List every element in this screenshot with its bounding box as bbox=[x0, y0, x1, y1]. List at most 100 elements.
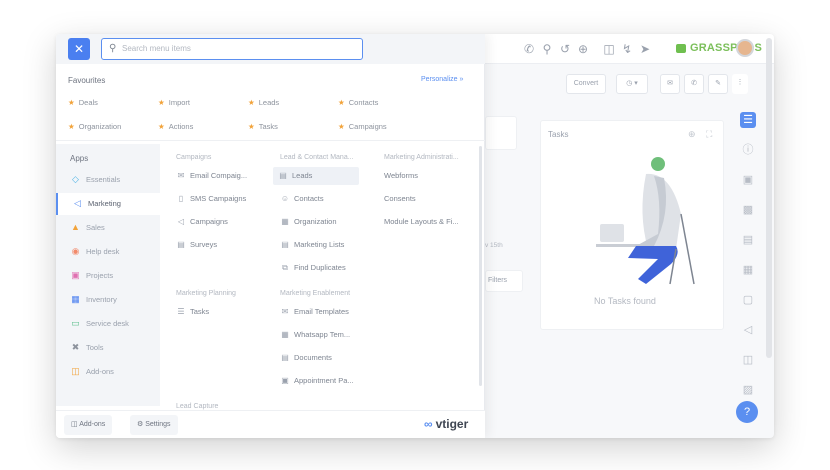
column-heading-marketing-admin: Marketing Administrati... bbox=[384, 154, 459, 161]
menu-item-consents[interactable]: Consents bbox=[370, 190, 470, 208]
survey-icon: ▤ bbox=[177, 240, 185, 249]
menu-item-organization[interactable]: ▦ Organization bbox=[280, 213, 372, 231]
tools-icon: ✖ bbox=[71, 342, 80, 352]
menu-scrollbar[interactable] bbox=[479, 146, 482, 386]
menu-item-surveys[interactable]: ▤ Surveys bbox=[176, 236, 268, 254]
menu-item-email-templates[interactable]: ✉ Email Templates bbox=[280, 303, 372, 321]
app-item-helpdesk[interactable]: ◉ Help desk bbox=[56, 241, 160, 263]
call-button[interactable]: ✆ bbox=[684, 74, 704, 94]
column-heading-marketing-planning: Marketing Planning bbox=[176, 290, 236, 297]
favourite-item[interactable]: ★ Leads bbox=[248, 98, 279, 107]
megaphone-icon[interactable]: ◁ bbox=[740, 322, 756, 338]
menu-item-webforms[interactable]: Webforms bbox=[370, 167, 470, 185]
menu-item-marketing-lists[interactable]: ▤ Marketing Lists bbox=[280, 236, 372, 254]
expand-icon[interactable]: ⛶ bbox=[706, 129, 712, 140]
menu-item-contacts[interactable]: ☺ Contacts bbox=[280, 190, 372, 208]
menu-item-campaigns[interactable]: ◁ Campaigns bbox=[176, 213, 268, 231]
layers-icon[interactable]: ◫ bbox=[740, 352, 756, 368]
info-icon[interactable]: ⓘ bbox=[740, 142, 756, 158]
menu-item-find-duplicates[interactable]: ⧉ Find Duplicates bbox=[280, 259, 372, 277]
favourite-item[interactable]: ★ Tasks bbox=[248, 122, 278, 131]
app-item-projects[interactable]: ▣ Projects bbox=[56, 265, 160, 287]
help-button[interactable]: ? bbox=[736, 401, 758, 423]
app-item-marketing[interactable]: ◁ Marketing bbox=[56, 193, 160, 215]
star-icon: ★ bbox=[158, 98, 165, 107]
menu-item-email-campaigns[interactable]: ✉ Email Compaig... bbox=[176, 167, 268, 185]
list-icon[interactable]: ☰ bbox=[740, 112, 756, 128]
settings-footer-button[interactable]: ⚙ Settings bbox=[130, 415, 178, 435]
bolt-icon[interactable]: ↯ bbox=[620, 42, 634, 56]
menu-item-whatsapp-templates[interactable]: ▦ Whatsapp Tem... bbox=[280, 326, 372, 344]
template-icon: ✉ bbox=[281, 307, 289, 316]
empty-tasks-illustration bbox=[596, 157, 695, 285]
quotes-icon[interactable]: ▤ bbox=[740, 232, 756, 248]
add-icon[interactable]: ⊕ bbox=[576, 42, 590, 56]
favourite-item[interactable]: ★ Import bbox=[158, 98, 190, 107]
menu-header: ✕ ⚲ Search menu items bbox=[56, 34, 485, 64]
addons-icon: ◫ bbox=[71, 421, 80, 428]
addons-footer-button[interactable]: ◫ Add-ons bbox=[64, 415, 113, 435]
favourite-item[interactable]: ★ Actions bbox=[158, 122, 193, 131]
leads-icon: ▤ bbox=[279, 171, 287, 180]
email-campaign-icon: ✉ bbox=[177, 171, 185, 180]
app-item-sales[interactable]: ▲ Sales bbox=[56, 217, 160, 239]
app-item-tools[interactable]: ✖ Tools bbox=[56, 337, 160, 359]
rocket-icon[interactable]: ➤ bbox=[638, 42, 652, 56]
add-task-icon[interactable]: ⊕ bbox=[688, 129, 696, 140]
service-icon: ▭ bbox=[71, 318, 80, 328]
document-icon[interactable]: ▦ bbox=[740, 262, 756, 278]
list-icon: ▤ bbox=[281, 240, 289, 249]
duplicate-icon: ⧉ bbox=[282, 263, 288, 272]
menu-item-appointment-pages[interactable]: ▣ Appointment Pa... bbox=[280, 372, 372, 390]
vtiger-logo: ∞ vtiger bbox=[424, 417, 469, 431]
calendar-icon[interactable]: ▣ bbox=[740, 172, 756, 188]
filters-button[interactable]: Filters bbox=[485, 270, 523, 292]
history-icon[interactable]: ↺ bbox=[558, 42, 572, 56]
whatsapp-icon: ▦ bbox=[281, 330, 289, 339]
menu-item-documents[interactable]: ▤ Documents bbox=[280, 349, 372, 367]
star-icon: ★ bbox=[68, 98, 75, 107]
app-window: ✆ ⚲ ↺ ⊕ ◫ ↯ ➤ GRASSPODS Convert ◷ ▾ ✉ ✆ … bbox=[56, 34, 774, 438]
inbox-icon[interactable]: ◫ bbox=[602, 42, 616, 56]
sms-icon: ▯ bbox=[178, 194, 184, 203]
projects-icon: ▣ bbox=[71, 270, 80, 280]
avatar[interactable] bbox=[736, 39, 754, 57]
inventory-icon: ▦ bbox=[71, 294, 80, 304]
apps-heading: Apps bbox=[70, 154, 89, 163]
menu-item-leads[interactable]: ▤ Leads bbox=[273, 167, 359, 185]
star-icon: ★ bbox=[248, 122, 255, 131]
favourite-item[interactable]: ★ Contacts bbox=[338, 98, 378, 107]
menu-item-tasks[interactable]: ☰ Tasks bbox=[176, 303, 268, 321]
menu-item-sms-campaigns[interactable]: ▯ SMS Campaigns bbox=[176, 190, 268, 208]
favourite-item[interactable]: ★ Deals bbox=[68, 98, 98, 107]
page-scrollbar[interactable] bbox=[766, 38, 772, 358]
star-icon: ★ bbox=[338, 122, 345, 131]
chart-icon[interactable]: ▨ bbox=[740, 382, 756, 398]
menu-item-module-layouts[interactable]: Module Layouts & Fi... bbox=[370, 213, 470, 231]
clock-dropdown[interactable]: ◷ ▾ bbox=[616, 74, 648, 94]
edit-button[interactable]: ✎ bbox=[708, 74, 728, 94]
megaphone-icon: ◁ bbox=[74, 198, 81, 208]
app-item-service-desk[interactable]: ▭ Service desk bbox=[56, 313, 160, 335]
organization-icon: ▦ bbox=[281, 217, 289, 226]
phone-icon[interactable]: ✆ bbox=[522, 42, 536, 56]
sales-icon: ▲ bbox=[71, 222, 80, 232]
email-button[interactable]: ✉ bbox=[660, 74, 680, 94]
contact-icon: ☺ bbox=[280, 194, 290, 203]
search-input[interactable]: ⚲ Search menu items bbox=[101, 38, 363, 60]
analytics-icon[interactable]: ▩ bbox=[740, 202, 756, 218]
column-heading-lead-capture: Lead Capture bbox=[176, 403, 219, 410]
search-icon[interactable]: ⚲ bbox=[540, 42, 554, 56]
close-menu-button[interactable]: ✕ bbox=[68, 38, 90, 60]
app-item-essentials[interactable]: ◇ Essentials bbox=[56, 169, 160, 191]
app-item-addons[interactable]: ◫ Add-ons bbox=[56, 361, 160, 383]
convert-button[interactable]: Convert bbox=[566, 74, 606, 94]
tasks-icon: ☰ bbox=[177, 307, 185, 316]
apps-sidebar: Apps ◇ Essentials ◁ Marketing ▲ Sales ◉ Help… bbox=[56, 144, 160, 406]
more-button[interactable]: ⋮ bbox=[732, 74, 748, 94]
favourite-item[interactable]: ★ Organization bbox=[68, 122, 121, 131]
briefcase-icon[interactable]: ▢ bbox=[740, 292, 756, 308]
app-item-inventory[interactable]: ▦ Inventory bbox=[56, 289, 160, 311]
personalize-link[interactable]: Personalize » bbox=[421, 76, 463, 83]
favourite-item[interactable]: ★ Campaigns bbox=[338, 122, 387, 131]
